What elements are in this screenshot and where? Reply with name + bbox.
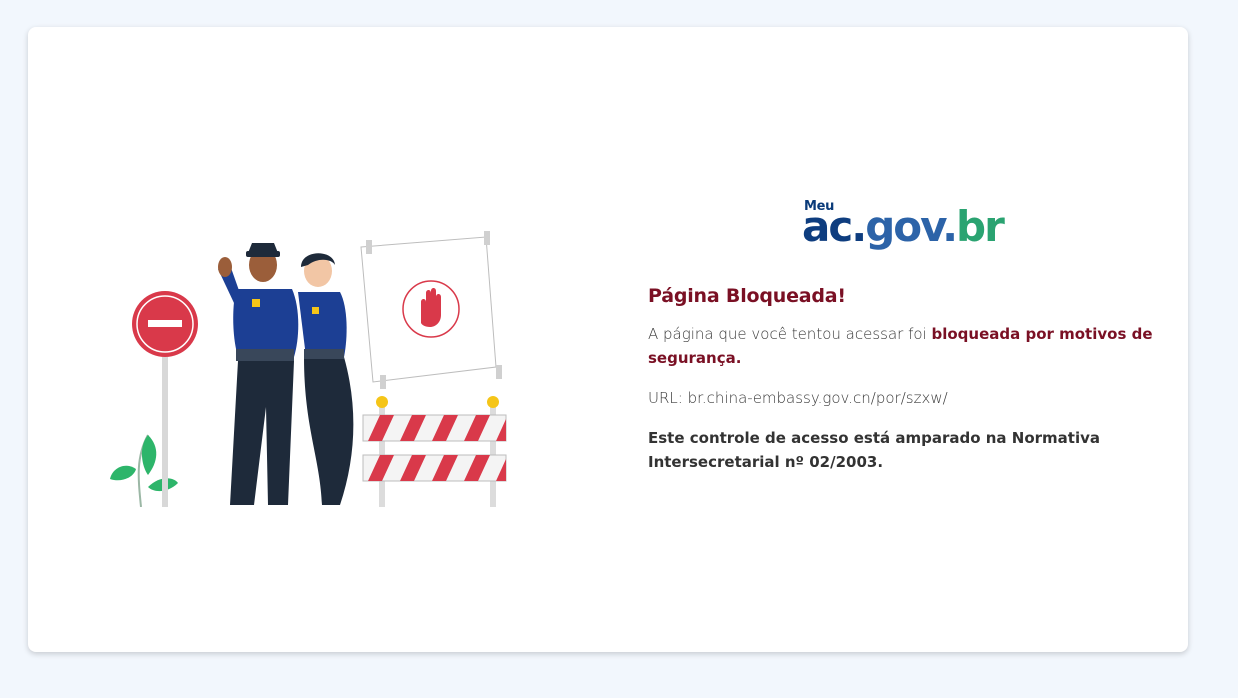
blocked-message: A página que você tentou acessar foi blo… [648, 322, 1158, 370]
logo-br-part: br [956, 202, 1005, 251]
blocked-message-section: Página Bloqueada! A página que você tent… [648, 285, 1158, 490]
blocked-page-card: Meu ac.gov.br Página Bloqueada! A página… [28, 27, 1188, 652]
meu-acgovbr-logo: Meu ac.gov.br [802, 199, 1005, 253]
logo-domain-text: ac.gov.br [802, 201, 1005, 253]
blocked-url: URL: br.china-embassy.gov.cn/por/szxw/ [648, 389, 948, 407]
logo-gov-part: gov. [865, 202, 958, 251]
stop-hand-board-icon [360, 231, 502, 389]
blocked-illustration [110, 231, 507, 507]
no-entry-sign-icon [132, 291, 198, 507]
police-officers-icon [218, 243, 354, 505]
blocked-message-prefix: A página que você tentou acessar foi [648, 325, 932, 343]
legal-note: Este controle de acesso está amparado na… [648, 429, 1100, 471]
logo-ac-part: ac. [802, 202, 867, 251]
road-barrier-icon [362, 396, 507, 507]
page-title: Página Bloqueada! [648, 285, 846, 307]
